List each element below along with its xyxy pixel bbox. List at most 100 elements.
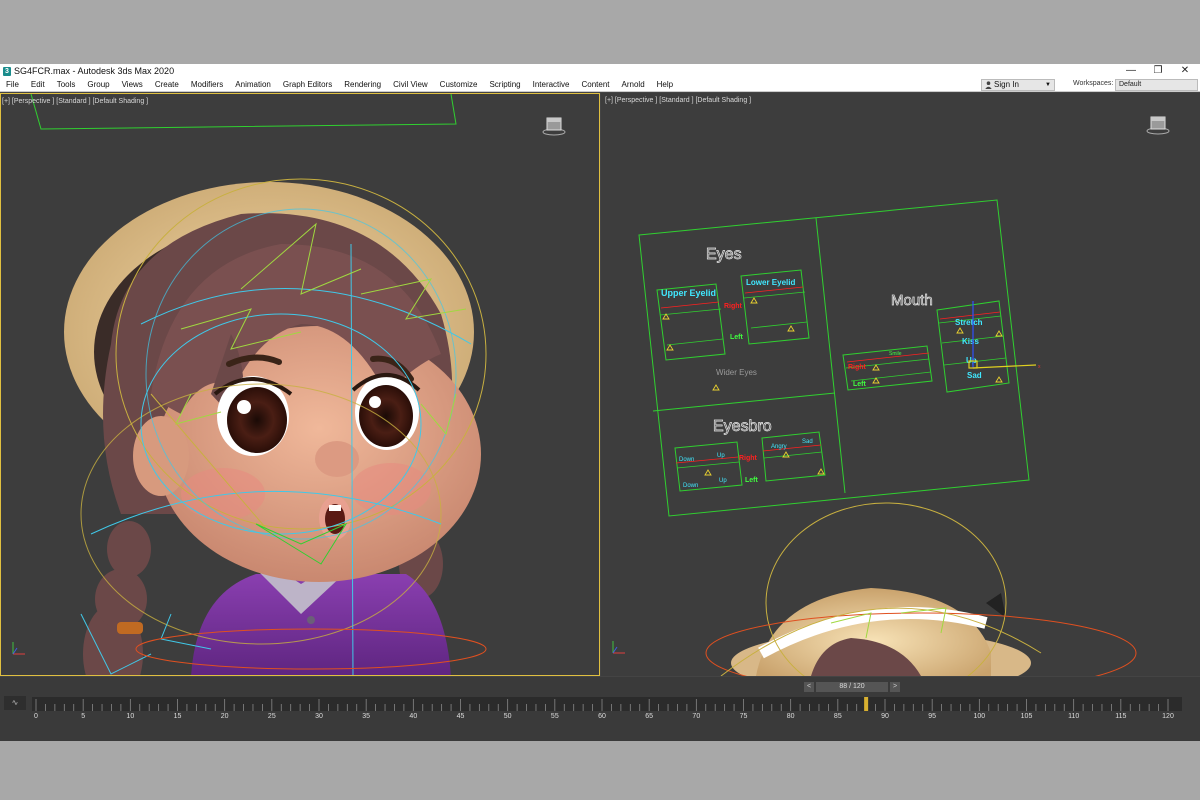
- timeline-tick-label: 115: [1115, 713, 1127, 720]
- lower-eyelid-label: Lower Eyelid: [746, 278, 795, 287]
- viewport-label-right[interactable]: [+] [Perspective ] [Standard ] [Default …: [605, 97, 751, 104]
- menu-item-customize[interactable]: Customize: [434, 80, 484, 89]
- sign-in-dropdown[interactable]: Sign In ▼: [981, 79, 1055, 91]
- brow-down-left-label: Down: [683, 483, 698, 489]
- brow-angry-label: Angry: [771, 444, 787, 450]
- brow-down-right-label: Down: [679, 457, 694, 463]
- sign-in-label: Sign In: [994, 80, 1019, 89]
- mouth-smile-label: Smile: [889, 351, 902, 357]
- timeline-tick-label: 45: [456, 713, 465, 720]
- menu-item-tools[interactable]: Tools: [51, 80, 82, 89]
- upper-eyelid-label: Upper Eyelid: [661, 288, 716, 298]
- timeline-tick-label: 60: [598, 713, 606, 720]
- page-margin: [0, 741, 1200, 800]
- timeline-tick-label: 50: [503, 713, 512, 720]
- wider-eyes-label: Wider Eyes: [716, 368, 757, 377]
- brow-sad-label: Sad: [802, 439, 813, 445]
- timeline-tick-label: 20: [220, 713, 229, 720]
- track-bar[interactable]: [32, 697, 1182, 711]
- viewcube-icon[interactable]: [542, 116, 566, 136]
- app-window: 3 SG4FCR.max - Autodesk 3ds Max 2020 — ❐…: [0, 64, 1200, 741]
- minimize-button[interactable]: —: [1117, 64, 1145, 78]
- viewport-perspective-right[interactable]: Eyes Upper Eyelid Lower Eyelid Right Lef…: [601, 93, 1200, 676]
- timeline-tick-label: 25: [267, 713, 276, 720]
- viewcube-icon[interactable]: [1146, 115, 1170, 135]
- frame-counter[interactable]: 88 / 120: [816, 682, 888, 692]
- menu-item-graph-editors[interactable]: Graph Editors: [277, 80, 338, 89]
- menu-item-civil-view[interactable]: Civil View: [387, 80, 434, 89]
- timeline-tick-label: 40: [409, 713, 418, 720]
- viewport-perspective-left[interactable]: [+] [Perspective ] [Standard ] [Default …: [0, 93, 600, 676]
- timeline-tick-label: 80: [786, 713, 795, 720]
- eyes-right-label: Right: [724, 303, 743, 310]
- timeline-tick-label: 120: [1162, 713, 1174, 720]
- menu-item-content[interactable]: Content: [576, 80, 616, 89]
- axis-tripod-icon: [612, 641, 625, 654]
- eyesbro-title: Eyesbro: [713, 418, 772, 435]
- timeline-tick-label: 90: [881, 713, 889, 720]
- title-bar: 3 SG4FCR.max - Autodesk 3ds Max 2020 — ❐…: [0, 64, 1200, 78]
- maximize-button[interactable]: ❐: [1144, 64, 1172, 78]
- axis-tripod-icon: [12, 642, 25, 655]
- brow-up-right-label: Up: [717, 453, 725, 459]
- menu-item-animation[interactable]: Animation: [229, 80, 277, 89]
- workspaces-label: Workspaces:: [1073, 80, 1114, 87]
- menu-item-rendering[interactable]: Rendering: [338, 80, 387, 89]
- timeline-tick-label: 0: [34, 713, 38, 720]
- timeline-tick-label: 55: [550, 713, 559, 720]
- menu-item-interactive[interactable]: Interactive: [527, 80, 576, 89]
- current-frame-marker[interactable]: [864, 697, 869, 711]
- timeline-tick-label: 65: [645, 713, 654, 720]
- time-slider[interactable]: < 88 / 120 >: [804, 682, 900, 692]
- face-control-panel: Eyes Upper Eyelid Lower Eyelid Right Lef…: [612, 199, 1137, 676]
- next-frame-button[interactable]: >: [890, 682, 900, 692]
- brow-right-label: Right: [739, 455, 758, 462]
- timeline-tick-label: 10: [126, 713, 135, 720]
- prev-frame-button[interactable]: <: [804, 682, 814, 692]
- timeline-tick-label: 35: [362, 713, 371, 720]
- close-button[interactable]: ✕: [1171, 64, 1199, 78]
- user-icon: [985, 81, 992, 89]
- menu-item-help[interactable]: Help: [651, 80, 679, 89]
- menu-item-arnold[interactable]: Arnold: [616, 80, 651, 89]
- mouth-sad-label: Sad: [967, 371, 982, 380]
- brow-left-label: Left: [745, 477, 759, 484]
- menu-item-group[interactable]: Group: [81, 80, 115, 89]
- mouth-title: Mouth: [891, 292, 933, 309]
- curve-editor-icon[interactable]: ∿: [4, 696, 26, 710]
- 3ds-max-logo-icon: 3: [3, 66, 11, 76]
- track-ticks: [35, 697, 1169, 711]
- menu-item-views[interactable]: Views: [116, 80, 149, 89]
- viewport-label-left[interactable]: [+] [Perspective ] [Standard ] [Default …: [2, 98, 148, 105]
- timeline-tick-label: 85: [833, 713, 842, 720]
- character-scene: [12, 94, 487, 675]
- menu-item-create[interactable]: Create: [149, 80, 185, 89]
- svg-text:x: x: [1038, 364, 1041, 370]
- workspace-select[interactable]: Default: [1115, 79, 1198, 91]
- menu-item-edit[interactable]: Edit: [25, 80, 51, 89]
- mouth-right-label: Right: [848, 364, 867, 371]
- timeline-tick-label: 110: [1068, 713, 1080, 720]
- move-gizmo-icon: x: [968, 301, 1041, 370]
- mouth-stretch-label: Stretch: [955, 318, 983, 327]
- eyes-title: Eyes: [706, 246, 742, 263]
- workspace-value: Default: [1119, 81, 1142, 88]
- timeline-tick-label: 30: [315, 713, 323, 720]
- timeline-tick-label: 5: [81, 713, 86, 720]
- timeline-tick-label: 75: [739, 713, 748, 720]
- menu-item-file[interactable]: File: [0, 80, 25, 89]
- timeline-tick-label: 70: [692, 713, 701, 720]
- eyes-left-label: Left: [730, 334, 744, 341]
- timeline-tick-label: 100: [973, 713, 986, 720]
- timeline-tick-label: 105: [1020, 713, 1033, 720]
- window-title: SG4FCR.max - Autodesk 3ds Max 2020: [14, 66, 175, 76]
- mouth-kiss-label: Kiss: [962, 337, 979, 346]
- mouth-left-label: Left: [853, 381, 867, 388]
- chevron-down-icon: ▼: [1045, 82, 1051, 88]
- timeline-tick-label: 95: [928, 713, 937, 720]
- brow-up-left-label: Up: [719, 478, 727, 484]
- menu-item-modifiers[interactable]: Modifiers: [185, 80, 229, 89]
- menu-item-scripting[interactable]: Scripting: [483, 80, 526, 89]
- timeline: < 88 / 120 > ∿ 0 5 10 15 20 25 30 35 40 45 50 55 60 6…: [0, 677, 1200, 741]
- timeline-tick-label: 15: [173, 713, 182, 720]
